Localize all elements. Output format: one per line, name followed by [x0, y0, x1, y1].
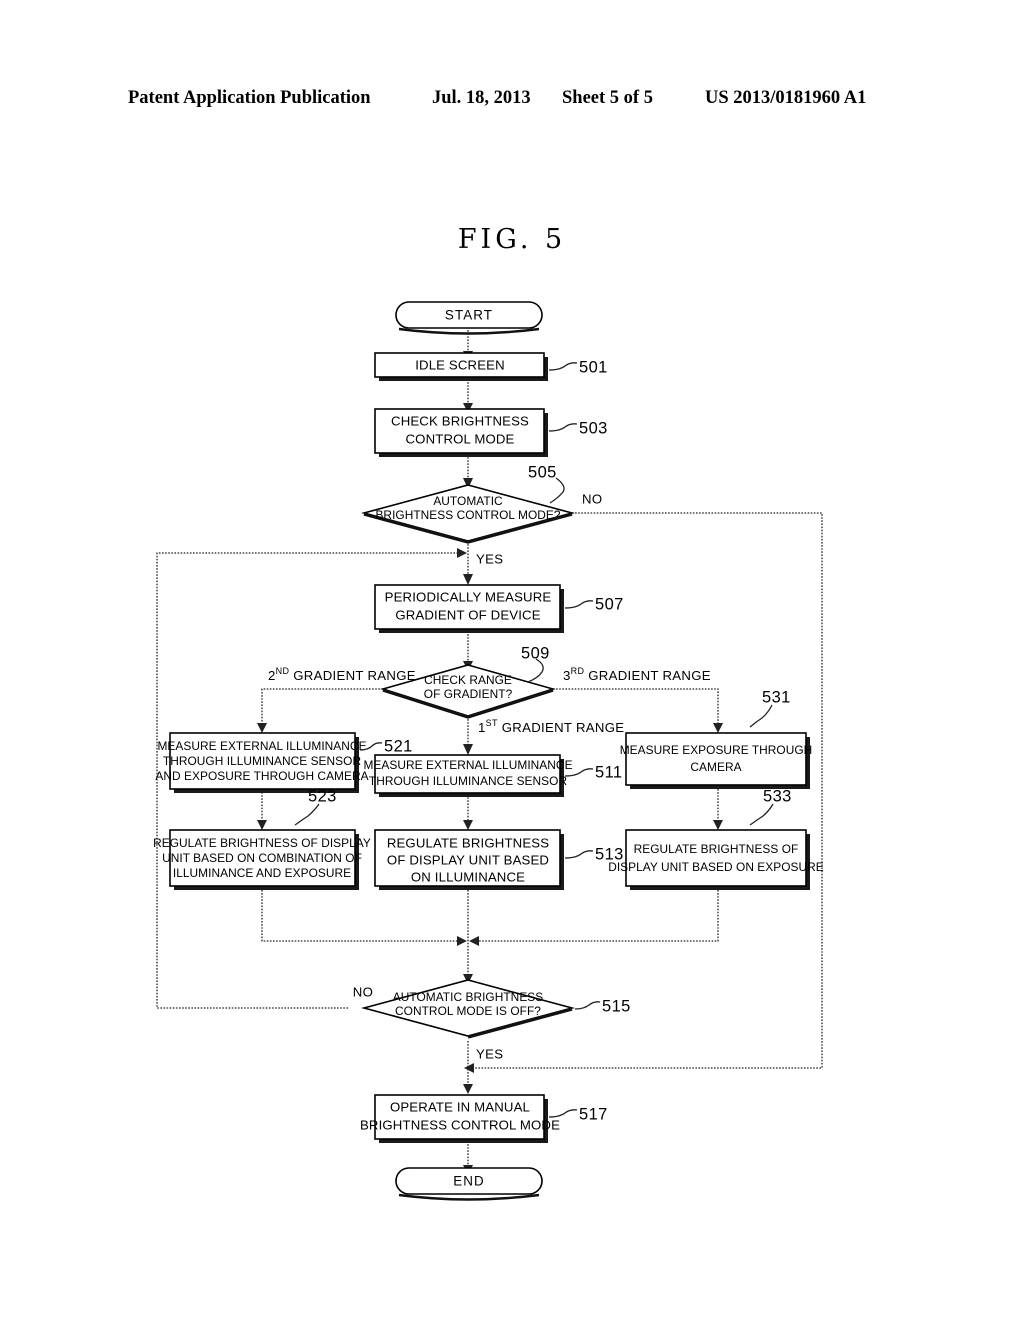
box-523-line3: ILLUMINANCE AND EXPOSURE: [173, 866, 351, 880]
edge-523-merge: [261, 890, 458, 942]
leader-503: [548, 423, 578, 432]
edge-label-509-3rd: 3RD GRADIENT RANGE: [563, 666, 711, 683]
ref-501: 501: [579, 358, 608, 376]
box-521-line2: THROUGH ILLUMINANCE SENSOR: [163, 754, 362, 768]
start-label: START: [445, 308, 493, 323]
box-523-line1: REGULATE BRIGHTNESS OF DISPLAY: [153, 836, 371, 850]
ref-531: 531: [762, 688, 791, 706]
ref-515: 515: [602, 997, 631, 1015]
end-label: END: [453, 1174, 485, 1189]
diamond-515-line1: AUTOMATIC BRIGHTNESS: [393, 990, 544, 1004]
box-533: [625, 829, 807, 887]
ref-523: 523: [308, 787, 337, 805]
box-511-line2: THROUGH ILLUMINANCE SENSOR: [369, 774, 568, 788]
diamond-509-line1: CHECK RANGE: [424, 673, 512, 687]
node-505: AUTOMATIC BRIGHTNESS CONTROL MODE? 505 N…: [360, 463, 602, 566]
flowchart-diagram: START IDLE SCREEN 501 CHECK BRIGHTNESS C…: [153, 301, 824, 1201]
edge-label-515-no: NO: [353, 984, 373, 999]
node-501: IDLE SCREEN 501: [374, 352, 608, 381]
diamond-505-line2: BRIGHTNESS CONTROL MODE?: [375, 508, 560, 522]
arrowhead-509-521: [257, 723, 267, 733]
box-521-line1: MEASURE EXTERNAL ILLUMINANCE: [157, 739, 366, 753]
edge-label-509-2nd: 2ND GRADIENT RANGE: [268, 666, 416, 683]
leader-531: [749, 704, 773, 728]
box-517-line2: BRIGHTNESS CONTROL MODE: [360, 1117, 560, 1132]
node-513: REGULATE BRIGHTNESS OF DISPLAY UNIT BASE…: [374, 829, 623, 890]
edge-label-505-no: NO: [582, 491, 602, 506]
arrowhead-523-merge: [457, 936, 467, 946]
box-513-line1: REGULATE BRIGHTNESS: [387, 835, 549, 850]
node-end: END: [395, 1167, 543, 1201]
node-507: PERIODICALLY MEASURE GRADIENT OF DEVICE …: [374, 584, 624, 633]
box-507-line1: PERIODICALLY MEASURE: [385, 589, 552, 604]
edge-533-merge: [478, 890, 719, 942]
box-523-line2: UNIT BASED ON COMBINATION OF: [162, 851, 362, 865]
node-533: REGULATE BRIGHTNESS OF DISPLAY UNIT BASE…: [608, 787, 824, 890]
leader-505: [549, 477, 565, 504]
box-531-line1: MEASURE EXPOSURE THROUGH: [620, 743, 813, 757]
end-shadow: [398, 1193, 540, 1201]
arrowhead-505yes-507: [463, 574, 473, 585]
leader-515: [574, 1001, 601, 1010]
edge-label-509-1st: 1ST GRADIENT RANGE: [478, 718, 624, 735]
edge-label-515-yes: YES: [476, 1046, 503, 1061]
arrowhead-515-517: [463, 1084, 473, 1094]
arrowhead-509-511: [463, 744, 473, 755]
leader-501: [548, 362, 578, 371]
edge-label-505-yes: YES: [476, 551, 503, 566]
ref-505: 505: [528, 463, 557, 481]
start-shadow: [398, 327, 540, 335]
box-503-line1: CHECK BRIGHTNESS: [391, 413, 529, 428]
leader-533: [749, 803, 774, 826]
leader-513: [564, 850, 594, 859]
node-531: MEASURE EXPOSURE THROUGH CAMERA 531: [620, 688, 813, 789]
diamond-505-line1: AUTOMATIC: [433, 494, 503, 508]
arrowhead-533-merge: [469, 936, 479, 946]
leader-507: [564, 600, 594, 609]
arrowhead-feedback-merge: [457, 548, 467, 558]
arrowhead-521-523: [257, 820, 267, 830]
ref-521: 521: [384, 737, 413, 755]
node-511: MEASURE EXTERNAL ILLUMINANCE THROUGH ILL…: [363, 754, 623, 797]
box-531: [625, 732, 807, 786]
ref-517: 517: [579, 1105, 608, 1123]
leader-517: [548, 1109, 578, 1118]
arrowhead-511-513: [463, 820, 473, 830]
box-511-line1: MEASURE EXTERNAL ILLUMINANCE: [363, 758, 572, 772]
ref-503: 503: [579, 419, 608, 437]
box-531-line2: CAMERA: [690, 760, 741, 774]
diamond-515-line2: CONTROL MODE IS OFF?: [395, 1004, 541, 1018]
box-533-line2: DISPLAY UNIT BASED ON EXPOSURE: [608, 860, 824, 874]
box-503-line2: CONTROL MODE: [405, 431, 514, 446]
node-start: START: [395, 301, 543, 335]
box-517-line1: OPERATE IN MANUAL: [390, 1099, 530, 1114]
box-501-line1: IDLE SCREEN: [415, 357, 505, 372]
box-507-line2: GRADIENT OF DEVICE: [395, 607, 540, 622]
leader-523: [294, 803, 320, 826]
box-513-line3: ON ILLUMINANCE: [411, 869, 525, 884]
arrowhead-509-531: [713, 723, 723, 733]
diamond-509-line2: OF GRADIENT?: [424, 687, 513, 701]
arrowhead-531-533: [713, 820, 723, 830]
ref-509: 509: [521, 644, 550, 662]
node-515: AUTOMATIC BRIGHTNESS CONTROL MODE IS OFF…: [353, 979, 631, 1061]
node-509: CHECK RANGE OF GRADIENT? 509 2ND GRADIEN…: [268, 644, 711, 735]
leader-509: [527, 658, 544, 683]
edge-509-2nd-to-521: [261, 688, 383, 724]
ref-507: 507: [595, 595, 624, 613]
box-521-line3: AND EXPOSURE THROUGH CAMERA: [155, 769, 368, 783]
arrowhead-505no-merge: [464, 1063, 474, 1073]
ref-511: 511: [595, 763, 623, 781]
box-513-line2: OF DISPLAY UNIT BASED: [387, 852, 549, 867]
edge-509-3rd-to-531: [553, 688, 719, 724]
node-517: OPERATE IN MANUAL BRIGHTNESS CONTROL MOD…: [360, 1094, 608, 1143]
node-503: CHECK BRIGHTNESS CONTROL MODE 503: [374, 408, 608, 457]
box-533-line1: REGULATE BRIGHTNESS OF: [634, 842, 799, 856]
ref-533: 533: [763, 787, 792, 805]
